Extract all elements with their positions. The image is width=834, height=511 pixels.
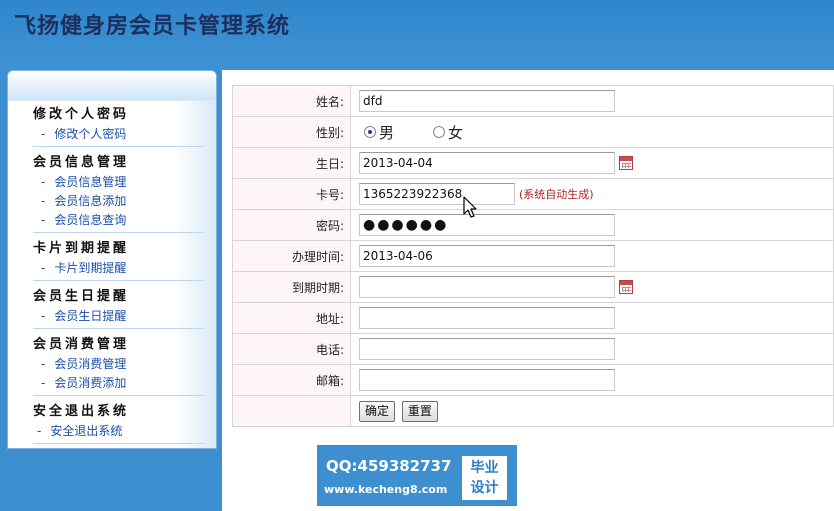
sidebar: 修改个人密码 - 修改个人密码 会员信息管理 - 会员信息管理 - 会员信息添加 -会… <box>7 70 217 449</box>
mouse-cursor-icon <box>463 196 477 218</box>
birthday-input[interactable]: 2013-04-04 <box>359 152 615 174</box>
submit-button[interactable]: 确定 <box>359 400 396 422</box>
row-name: 姓名: dfd <box>232 85 834 117</box>
row-email: 邮箱: <box>232 364 834 396</box>
row-card: 卡号: 1365223922368 (系统自动生成) <box>232 178 834 210</box>
expire-date-input[interactable] <box>359 276 615 298</box>
watermark-badge: QQ:459382737 www.kecheng8.com 毕业 设计 <box>317 445 517 506</box>
sidebar-menu: 修改个人密码 - 修改个人密码 会员信息管理 - 会员信息管理 - 会员信息添加 -会… <box>8 101 216 448</box>
calendar-icon[interactable] <box>619 280 633 294</box>
menu-item-member-manage[interactable]: - 会员信息管理 <box>33 173 203 192</box>
menu-divider <box>33 443 203 444</box>
label-address: 地址: <box>232 302 351 334</box>
menu-title-logout: 安全退出系统 <box>33 404 130 419</box>
label-gender: 性别: <box>232 116 351 148</box>
gender-male-label[interactable]: 男 <box>379 124 394 142</box>
gender-male-radio[interactable] <box>364 126 376 138</box>
label-phone: 电话: <box>232 333 351 365</box>
name-input[interactable]: dfd <box>359 90 615 112</box>
row-birthday: 生日: 2013-04-04 <box>232 147 834 179</box>
watermark-qq: QQ:459382737 <box>326 457 452 475</box>
row-expire-date: 到期时期: <box>232 271 834 303</box>
member-form: 姓名: dfd 性别: 男 女 生日: 2013-04-04 卡号: 13652… <box>232 85 834 427</box>
menu-group-birthday: 会员生日提醒 - 会员生日提醒 <box>33 287 203 329</box>
menu-divider <box>33 328 203 329</box>
email-input[interactable] <box>359 369 615 391</box>
menu-title-member: 会员信息管理 <box>33 155 130 170</box>
menu-group-logout: 安全退出系统 - 安全退出系统 <box>33 402 203 444</box>
menu-item-consume-add[interactable]: - 会员消费添加 <box>33 374 203 393</box>
menu-title-consume: 会员消费管理 <box>33 337 130 352</box>
card-number-input[interactable]: 1365223922368 <box>359 183 515 205</box>
card-hint: (系统自动生成) <box>519 188 594 201</box>
menu-divider <box>33 146 203 147</box>
gender-female-label[interactable]: 女 <box>448 124 463 142</box>
menu-title-birthday: 会员生日提醒 <box>33 289 130 304</box>
label-issue-date: 办理时间: <box>232 240 351 272</box>
label-password: 密码: <box>232 209 351 241</box>
phone-input[interactable] <box>359 338 615 360</box>
reset-button[interactable]: 重置 <box>401 400 438 422</box>
menu-group-member: 会员信息管理 - 会员信息管理 - 会员信息添加 - 会员信息查询 <box>33 153 203 233</box>
main-content: 姓名: dfd 性别: 男 女 生日: 2013-04-04 卡号: 13652… <box>222 70 834 511</box>
menu-item-logout[interactable]: - 安全退出系统 <box>33 422 203 441</box>
menu-group-consume: 会员消费管理 - 会员消费管理 - 会员消费添加 <box>33 335 203 396</box>
menu-item-expire-reminder[interactable]: - 卡片到期提醒 <box>33 259 203 278</box>
menu-divider <box>33 395 203 396</box>
row-actions: 确定 重置 <box>232 395 834 427</box>
menu-divider <box>33 280 203 281</box>
label-expire-date: 到期时期: <box>232 271 351 303</box>
app-title: 飞扬健身房会员卡管理系统 <box>14 13 291 39</box>
menu-item-birthday-reminder[interactable]: - 会员生日提醒 <box>33 307 203 326</box>
row-address: 地址: <box>232 302 834 334</box>
watermark-url: www.kecheng8.com <box>324 483 448 496</box>
menu-item-change-password[interactable]: - 修改个人密码 <box>33 125 203 144</box>
menu-item-member-add[interactable]: - 会员信息添加 <box>33 192 203 211</box>
issue-date-input[interactable]: 2013-04-06 <box>359 245 615 267</box>
label-name: 姓名: <box>232 85 351 117</box>
row-password: 密码: ●●●●●● <box>232 209 834 241</box>
menu-group-password: 修改个人密码 - 修改个人密码 <box>33 105 203 147</box>
label-empty <box>232 395 351 427</box>
row-issue-date: 办理时间: 2013-04-06 <box>232 240 834 272</box>
calendar-icon[interactable] <box>619 156 633 170</box>
row-gender: 性别: 男 女 <box>232 116 834 148</box>
menu-item-consume-manage[interactable]: - 会员消费管理 <box>33 355 203 374</box>
address-input[interactable] <box>359 307 615 329</box>
menu-title-expire: 卡片到期提醒 <box>33 241 130 256</box>
menu-group-expire: 卡片到期提醒 - 卡片到期提醒 <box>33 239 203 281</box>
label-birthday: 生日: <box>232 147 351 179</box>
menu-item-member-query[interactable]: - 会员信息查询 <box>33 211 203 230</box>
app-header: 飞扬健身房会员卡管理系统 <box>0 0 834 70</box>
row-phone: 电话: <box>232 333 834 365</box>
label-email: 邮箱: <box>232 364 351 396</box>
label-card: 卡号: <box>232 178 351 210</box>
password-input[interactable]: ●●●●●● <box>359 214 615 236</box>
watermark-logo: 毕业 设计 <box>462 456 507 500</box>
menu-divider <box>33 232 203 233</box>
gender-female-radio[interactable] <box>432 126 445 138</box>
sidebar-header <box>8 71 216 101</box>
menu-title-password: 修改个人密码 <box>33 107 130 122</box>
